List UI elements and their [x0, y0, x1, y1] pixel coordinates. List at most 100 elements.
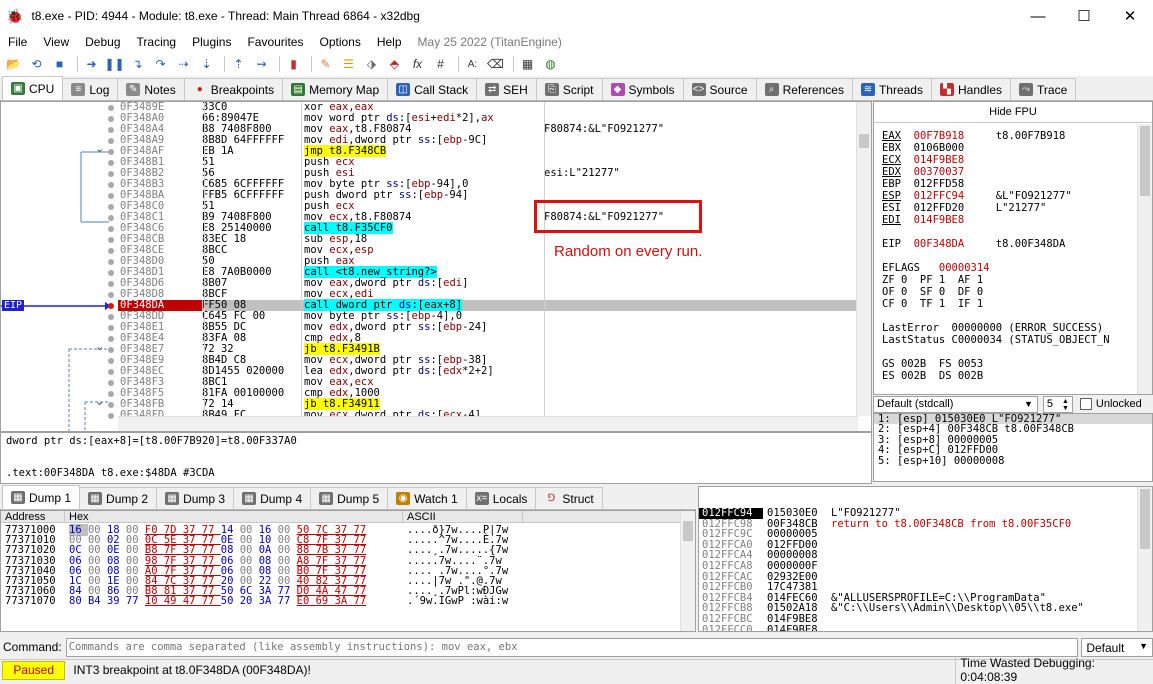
run-icon[interactable]: ➜: [82, 55, 101, 74]
register-esp[interactable]: ESP 012FFC94 &L"FO921277": [882, 190, 1072, 202]
scrollbar-thumb[interactable]: [859, 134, 869, 148]
breakpoint-dot[interactable]: [108, 314, 114, 320]
bookmarks-icon[interactable]: ⬘: [385, 55, 404, 74]
calculator-icon[interactable]: ▦: [518, 55, 537, 74]
disasm-row[interactable]: 0F348BA FFB5 6CFFFFFF push dword ptr ss:[e…: [118, 190, 858, 201]
maximize-button[interactable]: ☐: [1061, 0, 1107, 32]
functions-icon[interactable]: fx: [408, 55, 427, 74]
tab-dump-2[interactable]: ▦ Dump 2: [79, 487, 158, 509]
segment-registers[interactable]: ES 002B DS 002B: [882, 370, 983, 382]
breakpoint-dot[interactable]: [108, 127, 114, 133]
tab-source[interactable]: <> Source: [682, 78, 757, 100]
stack-row[interactable]: 012FFCA8 0000000F: [699, 561, 1152, 572]
tab-cpu[interactable]: ▣ CPU: [2, 76, 64, 100]
flags-line[interactable]: CF 0 TF 1 IF 1: [882, 298, 983, 310]
tab-struct[interactable]: ⅁ Struct: [535, 487, 603, 509]
flags-line[interactable]: OF 0 SF 0 DF 0: [882, 286, 983, 298]
spinner-arrows-icon[interactable]: ▲ ▼: [1062, 398, 1069, 412]
tab-dump-3[interactable]: ▦ Dump 3: [156, 487, 235, 509]
hash-icon[interactable]: #: [431, 55, 450, 74]
menu-view[interactable]: View: [35, 35, 77, 49]
breakpoint-dot[interactable]: [108, 413, 114, 419]
trace-over-icon[interactable]: ⇣: [197, 55, 216, 74]
breakpoint-dot[interactable]: [108, 149, 114, 155]
breakpoint-dot[interactable]: [108, 193, 114, 199]
dump-row[interactable]: 77371070 80 B4 39 77 10 49 47 77 50 20 3A…: [1, 596, 695, 607]
breakpoint-dot[interactable]: [108, 215, 114, 221]
disasm-row[interactable]: 0F348B1 51 push ecx: [118, 157, 858, 168]
hex-dump-pane[interactable]: Address Hex ASCII 77371000 16 00 18 00 F0…: [0, 510, 696, 632]
translate-icon[interactable]: ⌫: [486, 55, 505, 74]
breakpoint-dot[interactable]: [108, 270, 114, 276]
breakpoint-dot[interactable]: [108, 347, 114, 353]
tab-dump-1[interactable]: ▦ Dump 1: [2, 485, 81, 509]
tab-references[interactable]: ⌕ References: [755, 78, 853, 100]
registers-scrollbar[interactable]: [1137, 124, 1152, 394]
stack-row[interactable]: 012FFCBC 014F9BE8: [699, 614, 1152, 625]
comments-icon[interactable]: ☰: [339, 55, 358, 74]
disasm-row[interactable]: 0F348AF EB 1A jmp t8.F348CB: [118, 145, 858, 157]
close-button[interactable]: ✕: [1107, 0, 1153, 32]
tab-script[interactable]: ⎘ Script: [535, 78, 603, 100]
breakpoint-dot[interactable]: [108, 336, 114, 342]
breakpoint-dot[interactable]: [108, 402, 114, 408]
breakpoint-dot[interactable]: [108, 171, 114, 177]
tab-handles[interactable]: ▚ Handles: [930, 78, 1012, 100]
breakpoint-dot[interactable]: [108, 303, 114, 309]
breakpoint-dot[interactable]: [108, 281, 114, 287]
breakpoint-dot[interactable]: [108, 391, 114, 397]
argument-row[interactable]: 4: [esp+C] 012FFD00: [874, 445, 1152, 456]
tab-locals[interactable]: x= Locals: [465, 487, 537, 509]
breakpoint-dot[interactable]: [108, 138, 114, 144]
argument-row[interactable]: 5: [esp+10] 00000008: [874, 455, 1152, 466]
breakpoint-dot[interactable]: [108, 160, 114, 166]
trace-into-icon[interactable]: ⇢: [174, 55, 193, 74]
register-eax[interactable]: EAX 00F7B918 t8.00F7B918: [882, 130, 1065, 142]
menu-debug[interactable]: Debug: [77, 35, 128, 49]
last-status[interactable]: LastStatus C0000034 (STATUS_OBJECT_N: [882, 334, 1110, 346]
menu-plugins[interactable]: Plugins: [184, 35, 239, 49]
tab-log[interactable]: ≡ Log: [62, 78, 119, 100]
breakpoint-dot[interactable]: [108, 116, 114, 122]
patches-icon[interactable]: ✎: [316, 55, 335, 74]
breakpoint-dot[interactable]: [108, 369, 114, 375]
flags-line[interactable]: ZF 0 PF 1 AF 1: [882, 274, 983, 286]
web-icon[interactable]: ◍: [541, 55, 560, 74]
segment-registers[interactable]: GS 002B FS 0053: [882, 358, 983, 370]
breakpoint-dot[interactable]: [108, 237, 114, 243]
tab-memory-map[interactable]: ▤ Memory Map: [282, 78, 389, 100]
disasm-row[interactable]: 0F348D6 8B07 mov eax,dword ptr ds:[edi]: [118, 278, 858, 289]
register-eip[interactable]: EIP 00F348DA t8.00F348DA: [882, 238, 1065, 250]
disassembly-pane[interactable]: EIP ⌄ ⌄ ⌄ 0F3489E 33C0 xor eax,eax 0F348A0 66:…: [0, 101, 872, 432]
register-eflags[interactable]: EFLAGS 00000314: [882, 262, 989, 274]
chevron-down-icon[interactable]: ▼: [1139, 641, 1148, 654]
register-ebx[interactable]: EBX 0106B000: [882, 142, 996, 154]
stop-icon[interactable]: ■: [50, 55, 69, 74]
step-into-icon[interactable]: ↴: [128, 55, 147, 74]
breakpoint-dot[interactable]: [108, 204, 114, 210]
step-over-icon[interactable]: ↷: [151, 55, 170, 74]
menu-file[interactable]: File: [0, 35, 35, 49]
disasm-row[interactable]: 0F348EC 8D1455 020000 lea edx,dword ptr ds…: [118, 366, 858, 377]
breakpoint-dot[interactable]: [108, 105, 114, 111]
stack-scrollbar[interactable]: [1137, 487, 1152, 631]
disassembly-scrollbar[interactable]: [856, 102, 871, 416]
register-esi[interactable]: ESI 012FFD20 L"21277": [882, 202, 1046, 214]
pause-icon[interactable]: ❚❚: [104, 55, 124, 74]
disasm-row[interactable]: 0F348CE 8BCC mov ecx,esp: [118, 245, 858, 256]
menu-help[interactable]: Help: [369, 35, 410, 49]
breakpoint-dot[interactable]: [108, 292, 114, 298]
last-error[interactable]: LastError 00000000 (ERROR_SUCCESS): [882, 322, 1103, 334]
tab-dump-4[interactable]: ▦ Dump 4: [233, 487, 312, 509]
breakpoint-dot[interactable]: [108, 182, 114, 188]
breakpoint-dot[interactable]: [108, 380, 114, 386]
command-engine-select[interactable]: Default ▼: [1081, 637, 1153, 657]
open-icon[interactable]: 📂: [4, 55, 23, 74]
minimize-button[interactable]: —: [1015, 0, 1061, 32]
tab-threads[interactable]: ≋ Threads: [851, 78, 932, 100]
execute-till-return-icon[interactable]: ⇡: [229, 55, 248, 74]
strings-icon[interactable]: A:: [463, 55, 482, 74]
hide-fpu-button[interactable]: Hide FPU: [874, 102, 1152, 123]
tab-dump-5[interactable]: ▦ Dump 5: [310, 487, 389, 509]
disasm-row[interactable]: 0F348CB 83EC 18 sub esp,18: [118, 234, 858, 245]
